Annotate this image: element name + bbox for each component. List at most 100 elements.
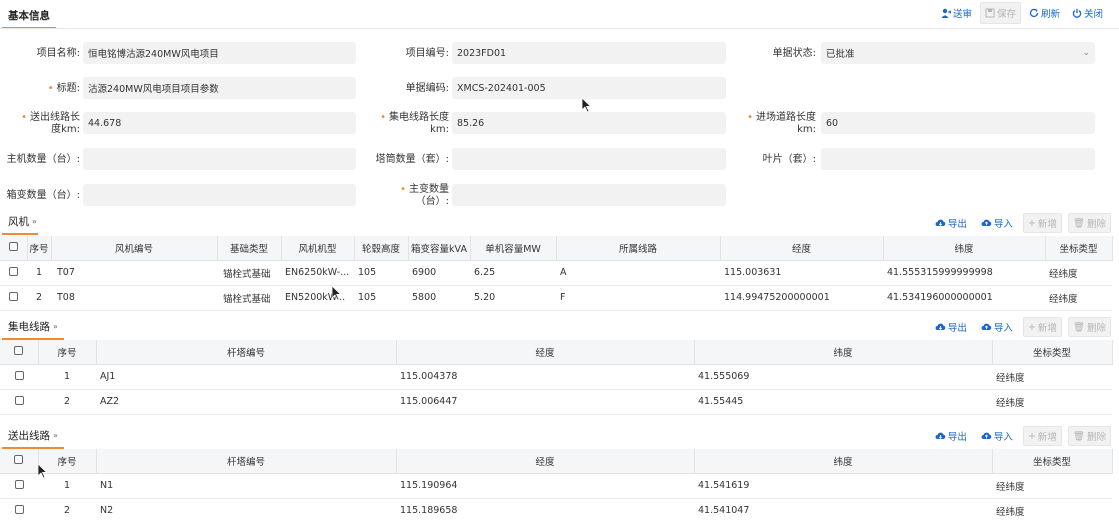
status-value: 已批准 <box>826 49 855 60</box>
checkbox-icon <box>14 454 24 464</box>
collector-delete-button[interactable]: 🗑 删除 <box>1067 317 1111 337</box>
project-name-label: 项目名称: <box>36 48 80 59</box>
mouse-cursor-icon <box>582 98 592 113</box>
turbines-import-button[interactable]: 导入 <box>977 214 1017 232</box>
column-header: 基础类型 <box>217 236 282 261</box>
collector-table: 序号 杆塔编号 经度 纬度 坐标类型 1 AJ1 115.004378 41.555069 经纬度… <box>0 340 1113 415</box>
top-toolbar: 送审 保存 刷新 关闭 <box>937 2 1107 24</box>
table-header-row: 序号 杆塔编号 经度 纬度 坐标类型 <box>0 340 1113 365</box>
table-row[interactable]: 2 T08 锚栓式基础 EN5200kW... 105 5800 5.20 F 114.9947… <box>0 285 1112 311</box>
turbines-delete-button[interactable]: 🗑 删除 <box>1067 213 1111 233</box>
table-cell: EN5200kW... <box>281 285 354 311</box>
cloud-upload-icon <box>981 432 992 439</box>
row-checkbox[interactable] <box>0 389 38 415</box>
turbines-title[interactable]: 风机» <box>2 212 43 235</box>
refresh-icon <box>1029 8 1039 18</box>
section-basic-title: 基本信息 <box>2 6 56 29</box>
cloud-upload-icon <box>981 219 992 226</box>
column-header: 风机机型 <box>281 236 355 261</box>
table-cell: 105 <box>354 260 408 286</box>
road-length-field[interactable]: 60 <box>821 112 1095 134</box>
box-transformer-count-field[interactable] <box>83 184 356 206</box>
project-code-field[interactable]: 2023FD01 <box>452 42 726 64</box>
doc-code-field[interactable]: XMCS-202401-005 <box>452 77 726 99</box>
collector-export-button[interactable]: 导出 <box>931 318 971 336</box>
chevron-down-icon: ⌄ <box>1082 48 1090 58</box>
select-all-checkbox[interactable] <box>0 449 39 474</box>
section-divider <box>0 28 1119 29</box>
table-cell: 6.25 <box>470 260 556 286</box>
table-cell: 经纬度 <box>992 389 1112 415</box>
row-checkbox[interactable] <box>0 364 38 390</box>
row-checkbox[interactable] <box>0 473 38 499</box>
title-field[interactable]: 沽源240MW风电项目项目参数 <box>83 77 356 99</box>
save-button[interactable]: 保存 <box>979 2 1021 24</box>
table-row[interactable]: 2 N2 115.189658 41.541047 经纬度 <box>0 498 1112 523</box>
row-checkbox[interactable] <box>0 285 27 311</box>
table-cell: AJ1 <box>96 364 396 390</box>
collector-line-length-field[interactable]: 85.26 <box>452 112 726 134</box>
chevron-double-down-icon: » <box>32 217 37 226</box>
host-count-field[interactable] <box>83 148 356 170</box>
turbines-export-button[interactable]: 导出 <box>931 214 971 232</box>
table-cell: 锚栓式基础 <box>217 260 281 286</box>
column-header: 序号 <box>27 236 52 261</box>
blade-count-field[interactable] <box>821 148 1095 170</box>
turbines-add-button[interactable]: + 新增 <box>1022 213 1062 233</box>
project-code-label: 项目编号: <box>405 48 449 59</box>
outgoing-table: 序号 杆塔编号 经度 纬度 坐标类型 1 N1 115.190964 41.541619 经纬度 2… <box>0 449 1113 523</box>
checkbox-icon <box>8 241 18 251</box>
table-cell: AZ2 <box>96 389 396 415</box>
cloud-upload-icon <box>981 323 992 330</box>
close-button[interactable]: 关闭 <box>1068 3 1107 23</box>
table-cell: 41.55445 <box>694 389 992 415</box>
column-header: 单机容量MW <box>470 236 557 261</box>
mouse-cursor-icon <box>332 286 342 301</box>
cloud-download-icon <box>935 432 946 439</box>
select-all-checkbox[interactable] <box>0 236 28 261</box>
table-cell: 经纬度 <box>992 498 1112 523</box>
outgoing-add-button[interactable]: + 新增 <box>1022 426 1062 446</box>
outgoing-import-button[interactable]: 导入 <box>977 427 1017 445</box>
table-row[interactable]: 1 T07 锚栓式基础 EN6250kW-... 105 6900 6.25 A 115.003… <box>0 260 1112 286</box>
refresh-button[interactable]: 刷新 <box>1025 3 1064 23</box>
outgoing-export-button[interactable]: 导出 <box>931 427 971 445</box>
tower-count-field[interactable] <box>452 148 726 170</box>
outgoing-delete-button[interactable]: 🗑 删除 <box>1067 426 1111 446</box>
table-cell: 5.20 <box>470 285 556 311</box>
table-row[interactable]: 1 AJ1 115.004378 41.555069 经纬度 <box>0 364 1112 390</box>
column-header: 序号 <box>38 340 97 365</box>
table-row[interactable]: 1 N1 115.190964 41.541619 经纬度 <box>0 473 1112 499</box>
out-line-length-field[interactable]: 44.678 <box>83 112 356 134</box>
outgoing-title[interactable]: 送出线路» <box>2 426 64 449</box>
table-cell: 6900 <box>408 260 470 286</box>
cloud-download-icon <box>935 323 946 330</box>
send-review-button[interactable]: 送审 <box>937 3 976 23</box>
table-cell: 115.004378 <box>396 364 694 390</box>
main-transformer-count-field[interactable] <box>452 184 726 206</box>
collector-import-button[interactable]: 导入 <box>977 318 1017 336</box>
status-select[interactable]: 已批准 ⌄ <box>821 42 1095 64</box>
row-checkbox[interactable] <box>0 498 38 523</box>
table-cell: 经纬度 <box>992 364 1112 390</box>
select-all-checkbox[interactable] <box>0 340 39 365</box>
table-cell: EN6250kW-... <box>281 260 354 286</box>
column-header: 杆塔编号 <box>96 340 397 365</box>
trash-icon: 🗑 <box>1072 321 1085 333</box>
column-header: 坐标类型 <box>992 449 1113 474</box>
collector-add-button[interactable]: + 新增 <box>1022 317 1062 337</box>
table-header-row: 序号 杆塔编号 经度 纬度 坐标类型 <box>0 449 1113 474</box>
road-length-label: • 进场道路长度 km: <box>747 112 816 135</box>
checkbox-icon <box>14 395 24 405</box>
chevron-double-down-icon: » <box>53 322 58 331</box>
title-label: • 标题: <box>47 83 80 94</box>
collector-title[interactable]: 集电线路» <box>2 317 64 340</box>
table-row[interactable]: 2 AZ2 115.006447 41.55445 经纬度 <box>0 389 1112 415</box>
box-transformer-count-label: 箱变数量（台）: <box>6 190 80 201</box>
row-checkbox[interactable] <box>0 260 27 286</box>
column-header: 纬度 <box>694 449 993 474</box>
project-name-field[interactable]: 恒电铭博沽源240MW风电项目 <box>83 42 356 64</box>
table-cell: F <box>556 285 720 311</box>
tower-count-label: 塔筒数量（套）: <box>375 154 449 165</box>
plus-icon: + <box>1027 217 1036 229</box>
